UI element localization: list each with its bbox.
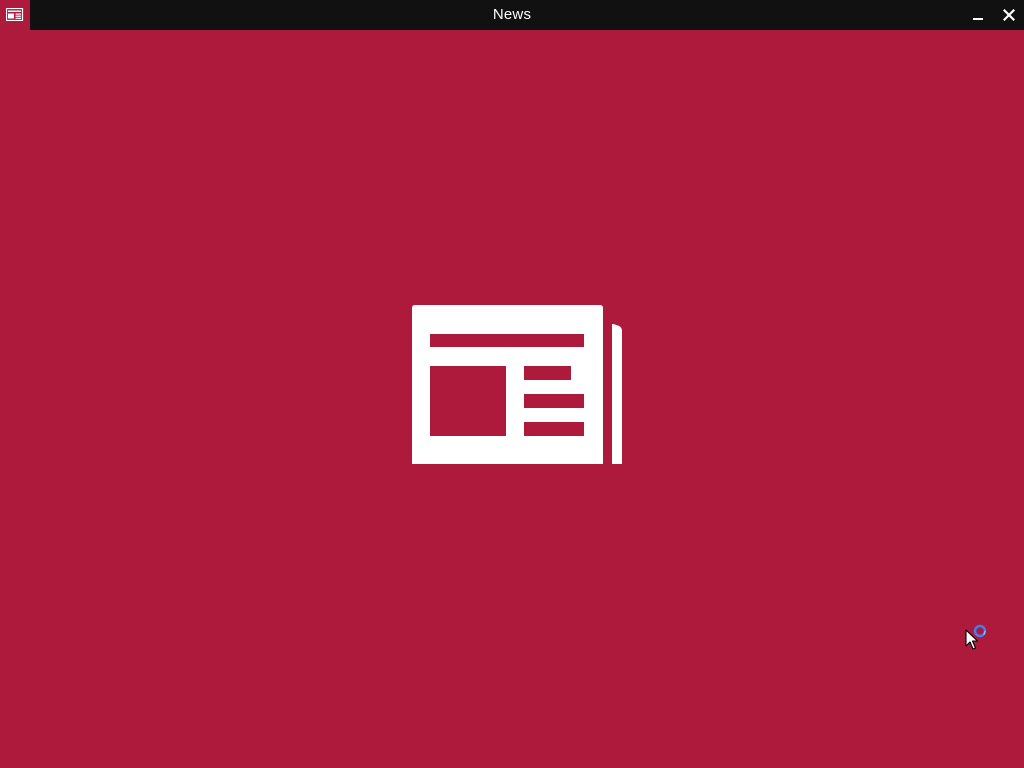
close-button[interactable] (994, 0, 1024, 30)
window-title: News (492, 6, 532, 23)
minimize-icon (973, 18, 983, 20)
close-icon (1003, 9, 1015, 21)
newspaper-icon (412, 305, 622, 464)
splash-screen (0, 30, 1024, 768)
busy-pointer-icon (965, 624, 987, 650)
minimize-button[interactable] (963, 0, 993, 30)
news-app-window: News (0, 0, 1024, 768)
title-bar[interactable]: News (0, 0, 1024, 30)
